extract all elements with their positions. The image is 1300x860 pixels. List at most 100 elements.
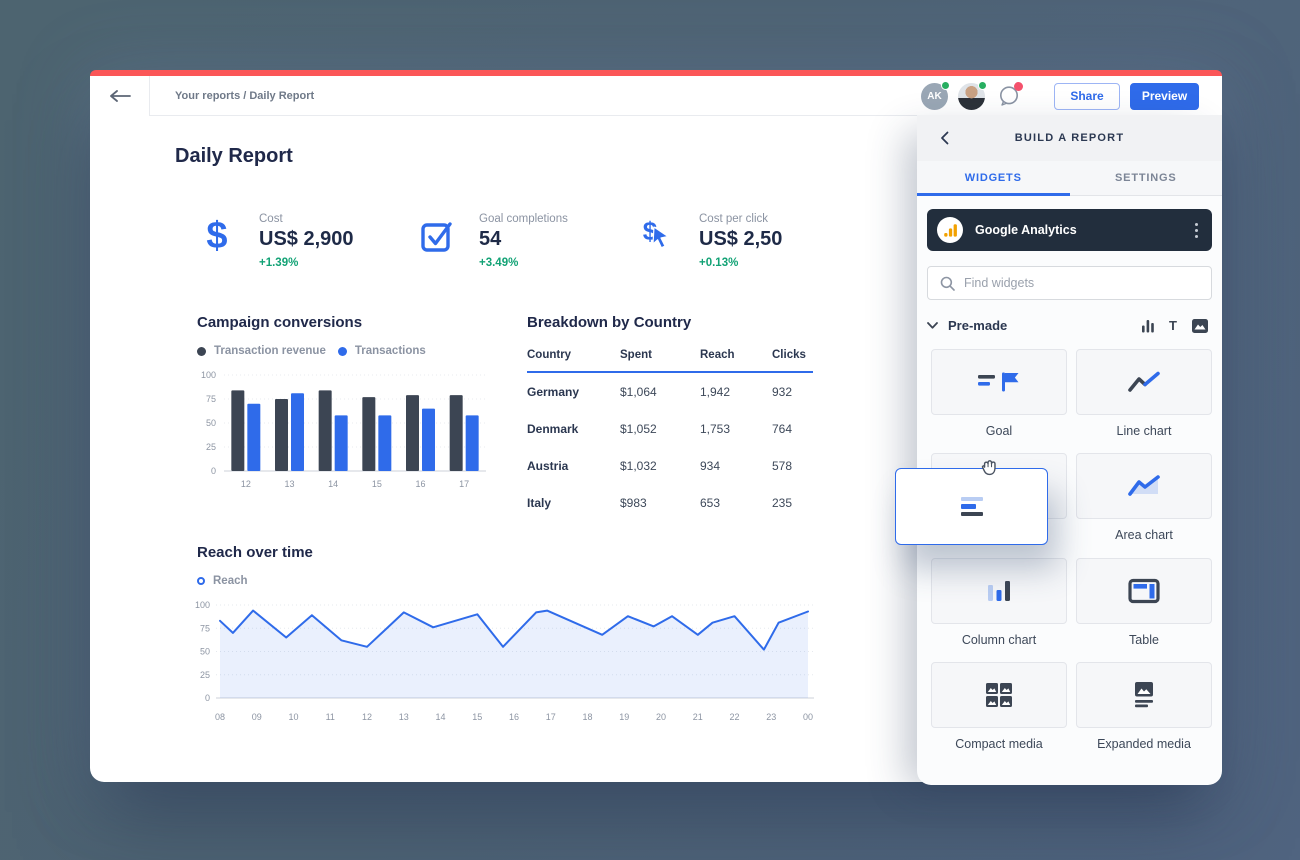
back-arrow-icon[interactable] [109, 90, 131, 102]
dollar-cursor-icon: $ [635, 218, 679, 244]
widget-card[interactable] [931, 349, 1067, 415]
bar-chart: 0255075100121314151617 [190, 365, 490, 499]
breadcrumb[interactable]: Your reports / Daily Report [175, 90, 314, 102]
online-badge [978, 81, 987, 90]
cell-reach: 653 [700, 484, 772, 521]
premade-section-label[interactable]: Pre-made [948, 318, 1007, 333]
grab-hand-cursor-icon [977, 455, 1003, 481]
svg-text:19: 19 [619, 712, 629, 722]
cell-country: Denmark [527, 410, 620, 447]
chevron-down-icon[interactable] [927, 322, 938, 329]
data-source-selector[interactable]: Google Analytics [927, 209, 1212, 251]
svg-text:50: 50 [206, 418, 216, 428]
column-header[interactable]: Clicks [772, 349, 813, 372]
column-header[interactable]: Reach [700, 349, 772, 372]
legend-item: Transactions [338, 345, 426, 357]
legend-label: Reach [213, 575, 248, 587]
cell-country: Germany [527, 372, 620, 410]
cell-country: Austria [527, 447, 620, 484]
chat-bubble-icon[interactable] [995, 83, 1022, 110]
legend-label: Transactions [355, 345, 426, 357]
svg-text:10: 10 [288, 712, 298, 722]
preview-button[interactable]: Preview [1130, 83, 1199, 110]
widget-card[interactable] [931, 558, 1067, 624]
table-row: Germany $1,064 1,942 932 [527, 372, 813, 410]
avatar-photo[interactable] [958, 83, 985, 110]
search-input[interactable] [964, 276, 1211, 290]
column-header[interactable]: Country [527, 349, 620, 372]
widget-label: Expanded media [1076, 737, 1212, 751]
widget-label: Column chart [931, 633, 1067, 647]
widget-campaign-conversions: Campaign conversions Transaction revenue… [197, 314, 490, 499]
app-header: Your reports / Daily Report AK Share Pre… [90, 76, 1222, 116]
widget-card[interactable] [1076, 349, 1212, 415]
svg-text:25: 25 [206, 442, 216, 452]
table-header-row: Country Spent Reach Clicks [527, 349, 813, 372]
svg-text:100: 100 [195, 600, 210, 610]
tab-settings[interactable]: SETTINGS [1070, 161, 1223, 195]
cell-clicks: 932 [772, 372, 813, 410]
country-table: Country Spent Reach Clicks Germany $1,06… [527, 349, 813, 521]
widget-column-chart: Column chart [931, 558, 1067, 647]
widget-country-table: Breakdown by Country Country Spent Reach… [527, 314, 813, 521]
text-filter-icon[interactable]: T [1169, 318, 1177, 333]
svg-text:0: 0 [205, 693, 210, 703]
panel-tabs: WIDGETS SETTINGS [917, 161, 1222, 196]
legend-item: Transaction revenue [197, 345, 326, 357]
active-tab-underline [917, 193, 1070, 196]
panel-header: BUILD A REPORT [917, 115, 1222, 161]
media-filter-icon[interactable] [1192, 319, 1208, 333]
svg-text:50: 50 [200, 647, 210, 657]
google-analytics-icon [937, 217, 963, 243]
widget-card[interactable] [1076, 453, 1212, 519]
widget-line-chart: Line chart [1076, 349, 1212, 438]
kebab-menu-icon[interactable] [1195, 223, 1198, 238]
kpi-goal-completions: Goal completions 54 +3.49% [415, 210, 568, 269]
widget-label: Table [1076, 633, 1212, 647]
cell-clicks: 764 [772, 410, 813, 447]
widget-reach-over-time: Reach over time Reach 025507510008091011… [197, 544, 830, 733]
bar-chart-icon [961, 497, 983, 517]
widget-goal: Goal [931, 349, 1067, 438]
column-header[interactable]: Spent [620, 349, 700, 372]
svg-text:15: 15 [472, 712, 482, 722]
widget-label: Compact media [931, 737, 1067, 751]
expanded-media-icon [1133, 682, 1155, 708]
legend-item: Reach [197, 575, 248, 587]
cell-reach: 1,753 [700, 410, 772, 447]
chevron-left-icon[interactable] [935, 129, 953, 147]
widget-title: Campaign conversions [197, 314, 490, 331]
cell-clicks: 235 [772, 484, 813, 521]
svg-text:17: 17 [546, 712, 556, 722]
kpi-value: 54 [479, 228, 568, 251]
back-rail [90, 76, 150, 116]
kpi-delta: +1.39% [259, 257, 354, 269]
widget-title: Breakdown by Country [527, 314, 813, 331]
widget-label: Goal [931, 424, 1067, 438]
widget-card[interactable] [1076, 558, 1212, 624]
share-button[interactable]: Share [1054, 83, 1120, 110]
widget-card[interactable] [1076, 662, 1212, 728]
kpi-label: Goal completions [479, 213, 568, 225]
svg-text:100: 100 [201, 370, 216, 380]
svg-text:23: 23 [766, 712, 776, 722]
avatar-initials[interactable]: AK [921, 83, 948, 110]
tab-widgets[interactable]: WIDGETS [917, 161, 1070, 195]
svg-text:17: 17 [459, 479, 469, 489]
data-source-name: Google Analytics [975, 223, 1077, 237]
svg-text:14: 14 [435, 712, 445, 722]
svg-text:11: 11 [326, 712, 335, 722]
widget-card[interactable] [931, 662, 1067, 728]
cell-country: Italy [527, 484, 620, 521]
chart-legend: Transaction revenue Transactions [197, 345, 490, 357]
widget-compact-media: Compact media [931, 662, 1067, 751]
dragged-widget-bar-chart[interactable] [895, 468, 1048, 545]
column-chart-filter-icon[interactable] [1142, 319, 1154, 333]
kpi-value: US$ 2,50 [699, 228, 782, 251]
checkbox-icon [415, 218, 459, 254]
svg-text:09: 09 [252, 712, 262, 722]
cell-spent: $1,064 [620, 372, 700, 410]
kpi-label: Cost [259, 213, 354, 225]
dollar-icon: $ [195, 218, 239, 254]
svg-text:12: 12 [362, 712, 372, 722]
